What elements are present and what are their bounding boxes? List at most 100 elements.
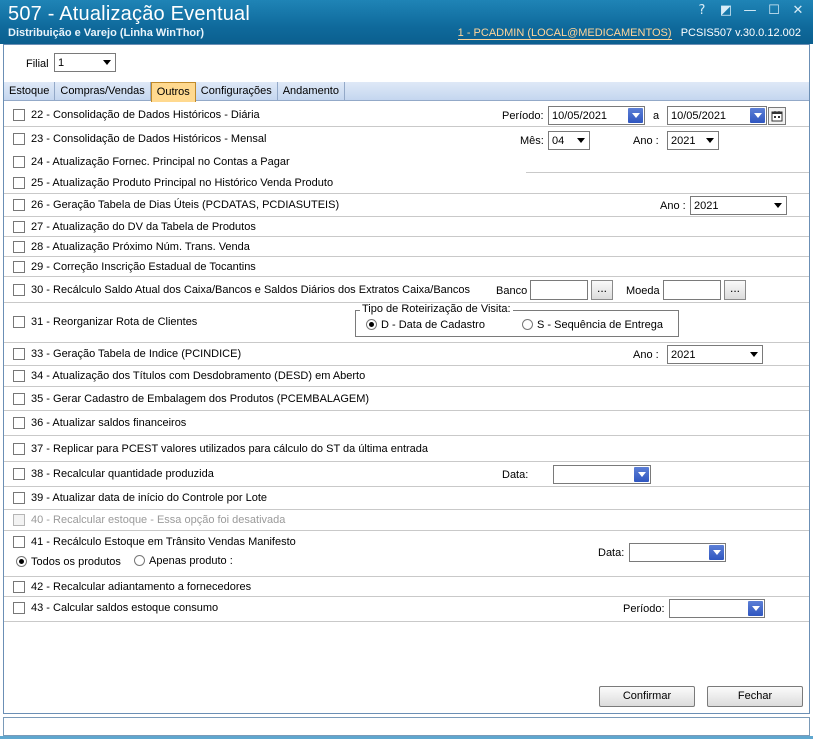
session-info: 1 - PCADMIN (LOCAL@MEDICAMENTOS) PCSIS50… <box>457 27 801 40</box>
option-row-25: 25 - Atualização Produto Principal no Hi… <box>4 173 809 194</box>
option-30-checkbox[interactable] <box>13 284 25 296</box>
option-39-checkbox[interactable] <box>13 492 25 504</box>
tab-outros[interactable]: Outros <box>150 82 196 102</box>
current-user: 1 - PCADMIN (LOCAL@MEDICAMENTOS) <box>457 27 672 40</box>
radio-apenas-produto[interactable] <box>134 555 145 566</box>
close-icon[interactable]: ✕ <box>789 2 807 20</box>
radio-data-cadastro[interactable] <box>366 319 377 330</box>
option-31-checkbox[interactable] <box>13 316 25 328</box>
roteirizacao-group: Tipo de Roteirização de Visita: D - Data… <box>355 303 679 337</box>
filial-select[interactable]: 1 <box>54 53 116 72</box>
main-panel: Filial 1 Estoque Compras/Vendas Outros C… <box>3 44 810 714</box>
option-29-checkbox[interactable] <box>13 261 25 273</box>
option-35-checkbox[interactable] <box>13 393 25 405</box>
option-row-31: 31 - Reorganizar Rota de Clientes Tipo d… <box>4 303 809 343</box>
date-to-picker[interactable]: 10/05/2021 <box>667 106 767 125</box>
chevron-down-icon[interactable] <box>628 108 643 123</box>
ano-select[interactable]: 2021 <box>690 196 787 215</box>
option-38-label: 38 - Recalcular quantidade produzida <box>31 468 214 480</box>
option-25-checkbox[interactable] <box>13 177 25 189</box>
tab-configuracoes[interactable]: Configurações <box>196 82 278 101</box>
option-28-label: 28 - Atualização Próximo Núm. Trans. Ven… <box>31 241 250 253</box>
calendar-icon[interactable] <box>768 107 786 125</box>
date-from-picker[interactable]: 10/05/2021 <box>548 106 645 125</box>
option-28-checkbox[interactable] <box>13 241 25 253</box>
banco-search-button[interactable]: ... <box>591 280 613 300</box>
option-38-checkbox[interactable] <box>13 468 25 480</box>
help-icon[interactable]: ? <box>693 2 711 20</box>
option-22-checkbox[interactable] <box>13 109 25 121</box>
minimize-icon[interactable]: — <box>741 2 759 20</box>
option-34-checkbox[interactable] <box>13 370 25 382</box>
option-41-checkbox[interactable] <box>13 536 25 548</box>
option-33-checkbox[interactable] <box>13 348 25 360</box>
tab-estoque[interactable]: Estoque <box>4 82 56 101</box>
filial-label: Filial <box>26 58 49 70</box>
filial-value: 1 <box>58 56 65 69</box>
option-36-label: 36 - Atualizar saldos financeiros <box>31 417 187 429</box>
ano-value: 2021 <box>671 134 696 147</box>
moeda-search-button[interactable]: ... <box>724 280 746 300</box>
option-row-30: 30 - Recálculo Saldo Atual dos Caixa/Ban… <box>4 277 809 303</box>
chevron-down-icon[interactable] <box>748 601 763 616</box>
mes-value: 04 <box>552 134 565 147</box>
ano-label: Ano : <box>633 135 659 147</box>
radio-todos-produtos[interactable] <box>16 556 27 567</box>
option-26-label: 26 - Geração Tabela de Dias Úteis (PCDAT… <box>31 199 340 211</box>
chevron-down-icon[interactable] <box>634 467 649 482</box>
chevron-down-icon[interactable] <box>746 347 761 362</box>
version-label: PCSIS507 v.30.0.12.002 <box>680 27 801 39</box>
moeda-input[interactable] <box>663 280 721 300</box>
option-41-label: 41 - Recálculo Estoque em Trânsito Venda… <box>31 536 296 548</box>
chevron-down-icon[interactable] <box>573 133 588 148</box>
data-picker[interactable] <box>629 543 726 562</box>
option-row-33: 33 - Geração Tabela de Indice (PCINDICE)… <box>4 343 809 366</box>
option-24-checkbox[interactable] <box>13 156 25 168</box>
maximize-icon[interactable]: ☐ <box>765 2 783 20</box>
restore-icon[interactable]: ◩ <box>717 2 735 20</box>
chevron-down-icon[interactable] <box>750 108 765 123</box>
confirm-button[interactable]: Confirmar <box>599 686 695 707</box>
option-23-checkbox[interactable] <box>13 133 25 145</box>
option-34-label: 34 - Atualização dos Títulos com Desdobr… <box>31 370 366 382</box>
option-43-checkbox[interactable] <box>13 602 25 614</box>
option-43-label: 43 - Calcular saldos estoque consumo <box>31 602 219 614</box>
data-picker[interactable] <box>553 465 651 484</box>
close-button[interactable]: Fechar <box>707 686 803 707</box>
option-31-label: 31 - Reorganizar Rota de Clientes <box>31 316 198 328</box>
date-to-value: 10/05/2021 <box>671 109 727 122</box>
tab-andamento[interactable]: Andamento <box>278 82 345 101</box>
periodo-picker[interactable] <box>669 599 765 618</box>
option-row-35: 35 - Gerar Cadastro de Embalagem dos Pro… <box>4 387 809 411</box>
option-36-checkbox[interactable] <box>13 417 25 429</box>
option-22-label: 22 - Consolidação de Dados Históricos - … <box>31 109 260 121</box>
option-row-39: 39 - Atualizar data de início do Control… <box>4 487 809 510</box>
radio-apenas-produto-label: Apenas produto : <box>149 555 233 567</box>
option-row-27: 27 - Atualização do DV da Tabela de Prod… <box>4 217 809 237</box>
window-subtitle: Distribuição e Varejo (Linha WinThor) <box>8 27 205 39</box>
radio-sequencia-entrega[interactable] <box>522 319 533 330</box>
option-42-checkbox[interactable] <box>13 581 25 593</box>
date-from-value: 10/05/2021 <box>552 109 608 122</box>
option-27-checkbox[interactable] <box>13 221 25 233</box>
banco-input[interactable] <box>530 280 588 300</box>
ano-select[interactable]: 2021 <box>667 345 763 364</box>
option-row-40: 40 - Recalcular estoque - Essa opção foi… <box>4 510 809 531</box>
ano-select[interactable]: 2021 <box>667 131 719 150</box>
ano-value: 2021 <box>694 199 719 212</box>
option-row-37: 37 - Replicar para PCEST valores utiliza… <box>4 436 809 462</box>
chevron-down-icon[interactable] <box>709 545 724 560</box>
option-37-checkbox[interactable] <box>13 443 25 455</box>
option-24-label: 24 - Atualização Fornec. Principal no Co… <box>31 156 290 168</box>
data-label: Data: <box>598 547 625 559</box>
option-row-23: 23 - Consolidação de Dados Históricos - … <box>4 127 809 152</box>
option-26-checkbox[interactable] <box>13 199 25 211</box>
chevron-down-icon[interactable] <box>702 133 717 148</box>
chevron-down-icon[interactable] <box>99 55 114 70</box>
window-controls: ? ◩ — ☐ ✕ <box>693 2 807 20</box>
chevron-down-icon[interactable] <box>770 198 785 213</box>
status-bar <box>3 717 810 736</box>
mes-select[interactable]: 04 <box>548 131 590 150</box>
tab-compras-vendas[interactable]: Compras/Vendas <box>55 82 151 101</box>
option-row-22: 22 - Consolidação de Dados Históricos - … <box>4 102 809 127</box>
